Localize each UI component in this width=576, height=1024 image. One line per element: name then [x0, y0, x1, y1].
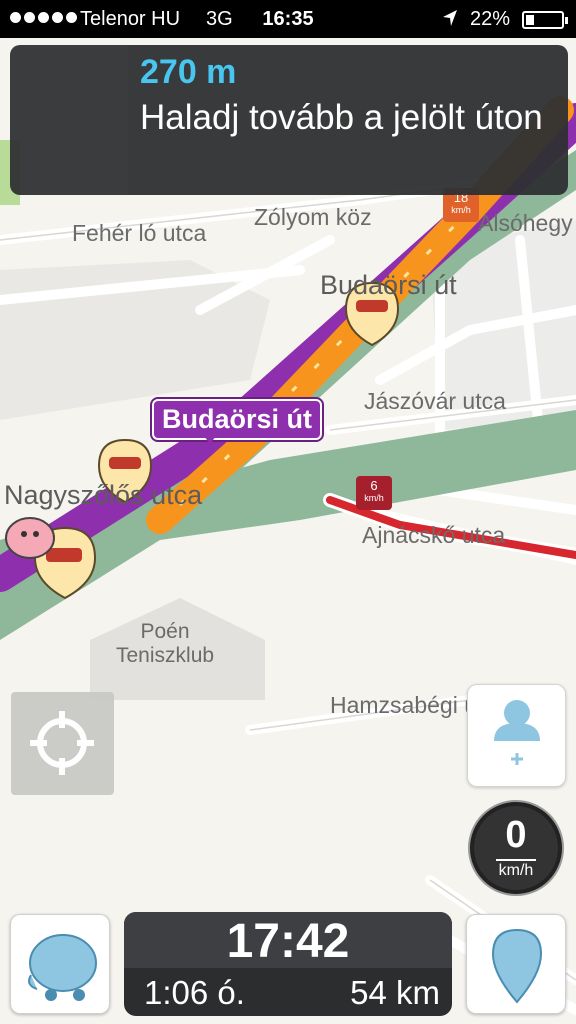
poi-label-line2: Teniszklub — [116, 644, 215, 667]
eta-panel[interactable]: 17:42 1:06 ó. 54 km — [124, 912, 452, 1016]
recenter-button[interactable] — [11, 692, 114, 795]
waze-bubble-icon — [28, 934, 97, 1001]
location-arrow-icon — [442, 9, 458, 33]
instruction-banner[interactable]: 270 m Haladj tovább a jelölt úton — [10, 45, 568, 195]
remaining-duration: 1:06 ó. — [144, 974, 245, 1011]
arrival-time: 17:42 — [226, 915, 350, 968]
speed-value: 0 — [505, 814, 527, 856]
search-button[interactable] — [466, 914, 566, 1014]
street-label-budaorsi: Budaörsi út — [320, 270, 457, 300]
speed-sign-unit: km/h — [364, 493, 384, 503]
street-label-jaszovar: Jászóvár utca — [364, 388, 506, 414]
speedometer: 0 km/h — [470, 802, 562, 894]
battery-icon — [522, 11, 568, 29]
battery-percent: 22% — [470, 8, 511, 30]
street-label-feher-lo: Fehér ló utca — [72, 220, 207, 246]
straight-arrow-icon — [28, 69, 118, 169]
street-label-zolyom: Zólyom köz — [254, 204, 372, 230]
street-label-alsohegy: Alsóhegy — [478, 210, 573, 236]
add-contact-button[interactable] — [467, 684, 566, 787]
poi-label-line1: Poén — [140, 620, 190, 643]
street-label-hamzsabegi: Hamzsabégi út — [330, 692, 484, 718]
remaining-distance: 54 km — [350, 974, 440, 1011]
map-pin-icon — [491, 928, 543, 1004]
crosshair-icon — [30, 711, 94, 775]
poi-label-poen: Poén Teniszklub — [116, 620, 214, 668]
instruction-text: Haladj tovább a jelölt úton — [140, 98, 543, 137]
instruction-distance: 270 m — [140, 53, 237, 91]
speed-sign: 6 km/h — [356, 476, 392, 510]
speed-unit: km/h — [498, 862, 534, 879]
speed-sign-value: 6 — [370, 478, 378, 493]
status-bar: Telenor HU 3G 16:35 22% — [0, 0, 576, 38]
wazer-icon — [5, 517, 55, 559]
street-label-ajnacsko: Ajnácskő utca — [362, 522, 506, 548]
report-button[interactable] — [10, 914, 110, 1014]
speed-sign-unit: km/h — [451, 205, 471, 215]
add-contact-icon — [494, 700, 540, 765]
current-road-tag: Budaörsi út — [152, 399, 323, 444]
street-label-nagyszolos: Nagyszőlős utca — [4, 480, 203, 510]
